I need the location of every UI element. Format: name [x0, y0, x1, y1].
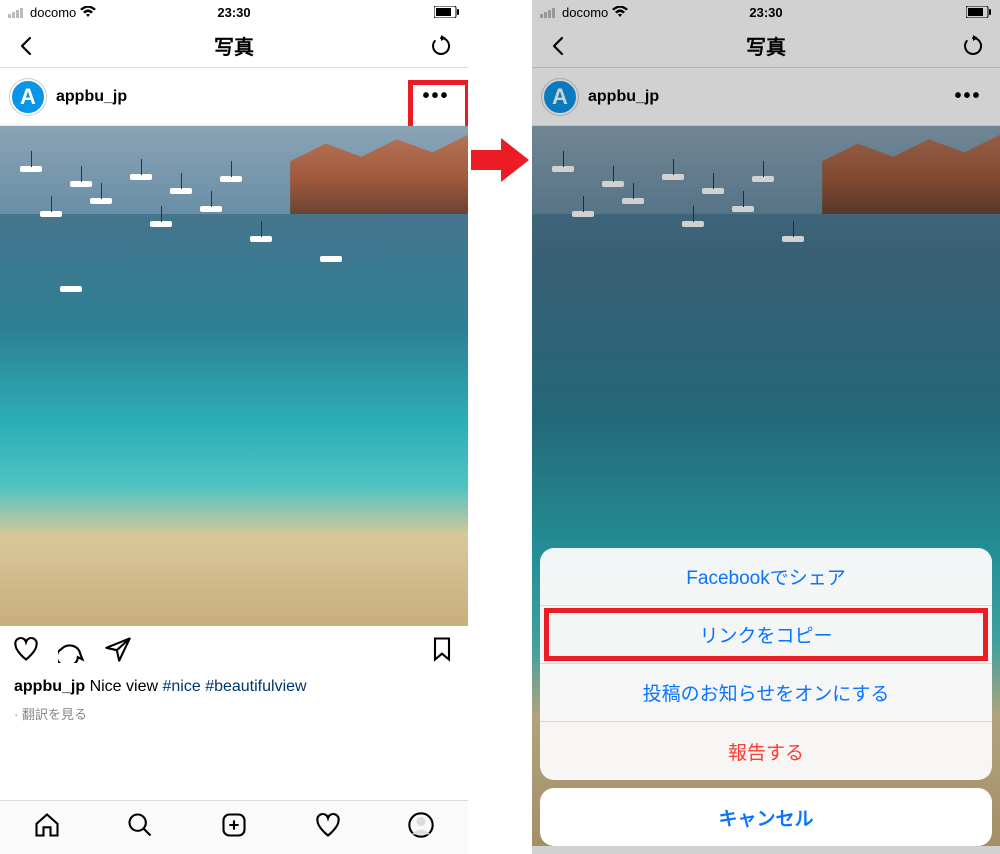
post-actions	[0, 626, 468, 676]
action-sheet-panel: Facebookでシェア リンクをコピー 投稿のお知らせをオンにする 報告する	[540, 548, 992, 780]
status-bar: docomo 23:30	[532, 0, 1000, 24]
nav-bar: 写真	[0, 24, 468, 68]
more-button[interactable]: •••	[414, 75, 458, 119]
share-button[interactable]	[104, 635, 132, 668]
sheet-item-report[interactable]: 報告する	[540, 722, 992, 780]
clock: 23:30	[532, 5, 1000, 20]
annotation-arrow	[468, 100, 532, 220]
caption-username[interactable]: appbu_jp	[14, 678, 85, 695]
sheet-item-share-facebook[interactable]: Facebookでシェア	[540, 548, 992, 606]
plus-square-icon	[220, 811, 248, 839]
send-icon	[104, 635, 132, 663]
status-bar: docomo 23:30	[0, 0, 468, 24]
more-button[interactable]: •••	[946, 75, 990, 119]
page-title: 写真	[0, 31, 468, 60]
heart-icon	[12, 635, 40, 663]
heart-outline-icon	[314, 811, 342, 839]
post-image[interactable]	[0, 126, 468, 626]
tab-search[interactable]	[126, 811, 154, 844]
caption-text: Nice view	[90, 678, 158, 695]
post-header: A appbu_jp •••	[0, 68, 468, 126]
comment-button[interactable]	[58, 635, 86, 668]
post-caption: appbu_jp Nice view #nice #beautifulview	[0, 676, 468, 698]
post-username[interactable]: appbu_jp	[56, 88, 127, 106]
sheet-cancel[interactable]: キャンセル	[540, 788, 992, 846]
tab-add[interactable]	[220, 811, 248, 844]
profile-icon	[407, 811, 435, 839]
caption-hashtag-1[interactable]: #nice	[162, 678, 200, 695]
bookmark-icon	[428, 635, 456, 663]
avatar-letter: A	[20, 84, 36, 110]
page-title: 写真	[532, 31, 1000, 60]
avatar-letter: A	[552, 84, 568, 110]
avatar[interactable]: A	[542, 79, 578, 115]
like-button[interactable]	[12, 635, 40, 668]
search-icon	[126, 811, 154, 839]
tab-home[interactable]	[33, 811, 61, 844]
sheet-item-notifications-on[interactable]: 投稿のお知らせをオンにする	[540, 664, 992, 722]
comment-icon	[58, 635, 86, 663]
arrow-right-icon	[471, 136, 529, 184]
avatar[interactable]: A	[10, 79, 46, 115]
phone-left: docomo 23:30 写真 A appbu_jp •••	[0, 0, 468, 854]
action-sheet: Facebookでシェア リンクをコピー 投稿のお知らせをオンにする 報告する …	[532, 540, 1000, 854]
more-icon: •••	[422, 85, 449, 108]
tab-activity[interactable]	[314, 811, 342, 844]
sheet-item-copy-link[interactable]: リンクをコピー	[540, 606, 992, 664]
home-icon	[33, 811, 61, 839]
post-header: A appbu_jp •••	[532, 68, 1000, 126]
nav-bar: 写真	[532, 24, 1000, 68]
translate-link[interactable]: · 翻訳を見る	[0, 698, 468, 729]
more-icon: •••	[954, 85, 981, 108]
tab-bar	[0, 800, 468, 854]
bookmark-button[interactable]	[428, 635, 456, 668]
phone-right: docomo 23:30 写真 A appbu_jp •••	[532, 0, 1000, 854]
clock: 23:30	[0, 5, 468, 20]
post-username[interactable]: appbu_jp	[588, 88, 659, 106]
tab-profile[interactable]	[407, 811, 435, 844]
caption-hashtag-2[interactable]: #beautifulview	[205, 678, 306, 695]
